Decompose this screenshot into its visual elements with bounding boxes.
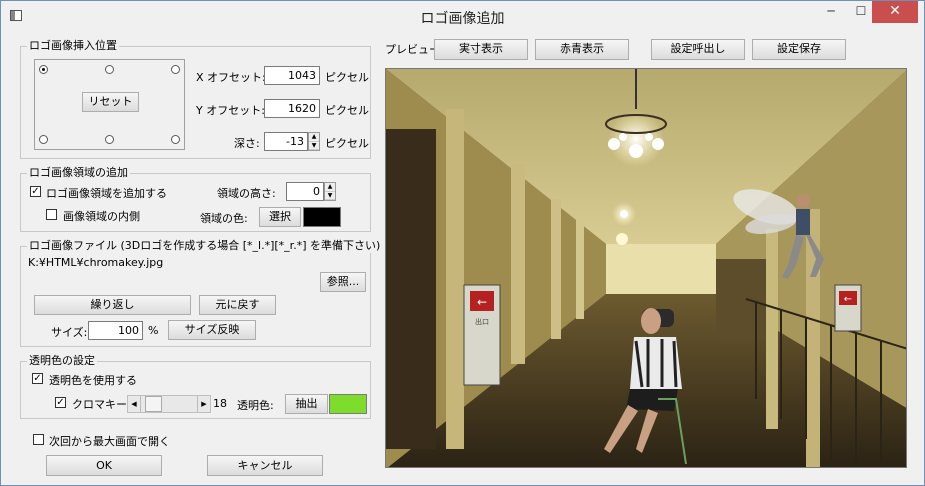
- select-color-button[interactable]: 選択: [259, 207, 301, 227]
- reset-button[interactable]: リセット: [82, 92, 139, 112]
- y-offset-unit: ピクセル: [325, 104, 369, 117]
- region-height-label: 領域の高さ:: [217, 187, 276, 200]
- slider-thumb[interactable]: [145, 396, 162, 412]
- chroma-key-checkbox[interactable]: ✓: [55, 397, 66, 408]
- slider-value: 18: [213, 397, 227, 410]
- size-unit: %: [148, 324, 159, 337]
- anchor-radio-bottom-right[interactable]: [171, 135, 180, 144]
- use-transparent-label: 透明色を使用する: [49, 374, 137, 387]
- spin-up-icon[interactable]: ▲: [309, 133, 319, 142]
- y-offset-input[interactable]: 1620: [264, 99, 320, 118]
- inside-region-checkbox[interactable]: [46, 209, 57, 220]
- anchor-radio-top-right[interactable]: [171, 65, 180, 74]
- exit-sign-arrow: ←: [477, 295, 487, 309]
- region-group-label: ロゴ画像領域の追加: [27, 166, 130, 180]
- extract-button[interactable]: 抽出: [285, 394, 328, 414]
- browse-button[interactable]: 参照...: [320, 272, 366, 292]
- exit-sign-text: 出口: [475, 317, 489, 326]
- region-color-swatch[interactable]: [303, 207, 341, 227]
- size-label: サイズ:: [51, 326, 88, 339]
- file-group: ロゴ画像ファイル (3Dロゴを作成する場合 [*_l.*][*_r.*] を準備…: [20, 239, 383, 347]
- spin-down-icon[interactable]: ▼: [309, 142, 319, 150]
- apply-size-button[interactable]: サイズ反映: [168, 320, 256, 340]
- size-input[interactable]: 100: [88, 321, 143, 340]
- file-path: K:¥HTML¥chromakey.jpg: [28, 256, 164, 269]
- x-offset-input[interactable]: 1043: [264, 66, 320, 85]
- position-group-label: ロゴ画像挿入位置: [27, 39, 119, 53]
- y-offset-label: Y オフセット:: [196, 104, 265, 117]
- chroma-slider[interactable]: ◀ ▶: [127, 395, 211, 413]
- anchor-radio-top-left[interactable]: [39, 65, 48, 74]
- depth-input[interactable]: -13: [264, 132, 308, 151]
- depth-spinner[interactable]: ▲ ▼: [308, 132, 320, 151]
- exit-sign-arrow: ←: [844, 294, 852, 305]
- cancel-button[interactable]: キャンセル: [207, 455, 323, 476]
- use-transparent-checkbox[interactable]: ✓: [32, 373, 43, 384]
- open-maximized-checkbox[interactable]: [33, 434, 44, 445]
- spin-up-icon[interactable]: ▲: [325, 183, 335, 192]
- depth-unit: ピクセル: [325, 137, 369, 150]
- anchor-radio-bottom-center[interactable]: [105, 135, 114, 144]
- spin-down-icon[interactable]: ▼: [325, 192, 335, 200]
- title-bar: ロゴ画像追加 ─ ☐ ✕: [1, 1, 924, 33]
- transparent-group: 透明色の設定 ✓ 透明色を使用する ✓ クロマキー ◀ ▶ 18 透明色: 抽出: [20, 354, 371, 419]
- region-group: ロゴ画像領域の追加 ✓ ロゴ画像領域を追加する 画像領域の内側 領域の高さ: 0…: [20, 166, 371, 232]
- anchor-box: リセット: [34, 59, 185, 150]
- anchor-radio-bottom-left[interactable]: [39, 135, 48, 144]
- region-height-spinner[interactable]: ▲ ▼: [324, 182, 336, 201]
- chroma-key-label: クロマキー: [72, 398, 127, 411]
- minimize-icon[interactable]: ─: [816, 1, 846, 23]
- window-title: ロゴ画像追加: [420, 11, 505, 27]
- open-maximized-label: 次回から最大画面で開く: [49, 435, 170, 448]
- inside-region-label: 画像領域の内側: [63, 210, 140, 223]
- actual-size-button[interactable]: 実寸表示: [434, 39, 528, 60]
- add-region-label: ロゴ画像領域を追加する: [46, 187, 167, 200]
- ok-button[interactable]: OK: [46, 455, 162, 476]
- restore-button[interactable]: 元に戻す: [199, 295, 276, 315]
- x-offset-label: X オフセット:: [196, 71, 266, 84]
- transparent-color-swatch[interactable]: [329, 394, 367, 414]
- depth-label: 深さ:: [234, 137, 260, 150]
- preview-image[interactable]: ← 出口 ←: [385, 68, 907, 468]
- corridor-scene: ← 出口 ←: [386, 69, 906, 467]
- dialog-window: ロゴ画像追加 ─ ☐ ✕ ロゴ画像挿入位置 リセット X オフセット: 1043…: [0, 0, 925, 486]
- anaglyph-button[interactable]: 赤青表示: [535, 39, 629, 60]
- anchor-radio-top-center[interactable]: [105, 65, 114, 74]
- close-icon[interactable]: ✕: [872, 1, 918, 23]
- slider-right-icon[interactable]: ▶: [197, 396, 210, 412]
- preview-label: プレビュー: [385, 43, 440, 56]
- region-color-label: 領域の色:: [200, 212, 248, 225]
- repeat-button[interactable]: 繰り返し: [34, 295, 191, 315]
- region-height-input[interactable]: 0: [286, 182, 324, 201]
- slider-left-icon[interactable]: ◀: [128, 396, 141, 412]
- position-group: ロゴ画像挿入位置 リセット X オフセット: 1043 ピクセル Y オフセット…: [20, 39, 371, 159]
- save-settings-button[interactable]: 設定保存: [752, 39, 846, 60]
- x-offset-unit: ピクセル: [325, 71, 369, 84]
- file-group-label: ロゴ画像ファイル (3Dロゴを作成する場合 [*_l.*][*_r.*] を準備…: [27, 239, 383, 253]
- load-settings-button[interactable]: 設定呼出し: [651, 39, 745, 60]
- add-region-checkbox[interactable]: ✓: [30, 186, 41, 197]
- transparent-group-label: 透明色の設定: [27, 354, 97, 368]
- transparent-color-label: 透明色:: [237, 399, 274, 412]
